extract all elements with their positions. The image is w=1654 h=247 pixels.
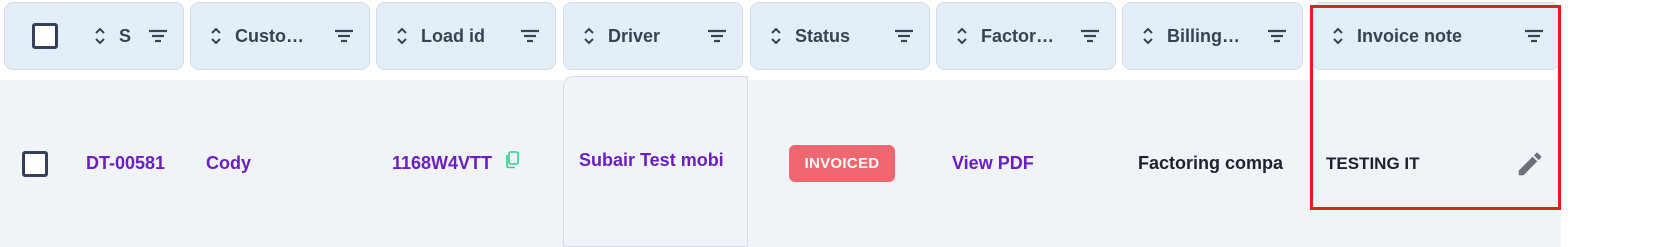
column-header-label[interactable]: Invoice note (1357, 26, 1523, 47)
status-cell: INVOICED (748, 80, 936, 247)
filter-icon[interactable] (147, 27, 169, 45)
status-badge: INVOICED (788, 145, 896, 182)
header-select-cell: S (4, 2, 184, 70)
invoice-id-link[interactable]: DT-00581 (86, 153, 165, 174)
column-header-driver[interactable]: Driver (563, 2, 743, 70)
driver-link[interactable]: Subair Test mobi (579, 150, 724, 171)
sort-icon[interactable] (769, 25, 783, 47)
copy-icon[interactable] (504, 150, 520, 169)
column-header-label[interactable]: Factor… (981, 26, 1079, 47)
invoices-table: S Custo… Load id Driver Status Factor… B… (0, 0, 1654, 247)
column-header-label[interactable]: Status (795, 26, 893, 47)
sort-icon[interactable] (955, 25, 969, 47)
column-header-label[interactable]: Custo… (235, 26, 333, 47)
column-header-invoice-note[interactable]: Invoice note (1312, 2, 1560, 70)
column-header-label[interactable]: S (119, 26, 147, 47)
row-checkbox[interactable] (22, 150, 48, 177)
column-header-label[interactable]: Billing… (1167, 26, 1266, 47)
row-select-cell: DT-00581 (0, 80, 190, 247)
column-header-factoring[interactable]: Factor… (936, 2, 1116, 70)
filter-icon[interactable] (706, 27, 728, 45)
select-all-checkbox[interactable] (32, 23, 58, 49)
customer-cell: Cody (190, 80, 376, 247)
column-header-load-id[interactable]: Load id (376, 2, 556, 70)
column-header-label[interactable]: Driver (608, 26, 706, 47)
filter-icon[interactable] (333, 27, 355, 45)
sort-icon[interactable] (1141, 25, 1155, 47)
sort-icon[interactable] (395, 25, 409, 47)
customer-link[interactable]: Cody (206, 153, 251, 174)
factoring-cell: View PDF (936, 80, 1122, 247)
filter-icon[interactable] (1266, 27, 1288, 45)
filter-icon[interactable] (893, 27, 915, 45)
load-id-link[interactable]: 1168W4VTT (392, 153, 492, 174)
filter-icon[interactable] (1079, 27, 1101, 45)
column-header-customer[interactable]: Custo… (190, 2, 370, 70)
column-header-billing[interactable]: Billing… (1122, 2, 1303, 70)
column-header-status[interactable]: Status (750, 2, 930, 70)
sort-icon[interactable] (93, 25, 107, 47)
driver-cell: Subair Test mobi (563, 76, 748, 247)
filter-icon[interactable] (1523, 27, 1545, 45)
filter-icon[interactable] (519, 27, 541, 45)
billing-value: Factoring compa (1138, 153, 1284, 173)
invoice-note-value: TESTING IT (1326, 153, 1420, 173)
billing-cell: Factoring compa (1122, 80, 1310, 247)
sort-icon[interactable] (582, 25, 596, 47)
pencil-icon[interactable] (1515, 149, 1545, 179)
column-header-label[interactable]: Load id (421, 26, 519, 47)
view-pdf-link[interactable]: View PDF (952, 153, 1034, 174)
sort-icon[interactable] (1331, 25, 1345, 47)
invoice-note-cell: TESTING IT (1310, 80, 1561, 247)
load-id-cell: 1168W4VTT (376, 80, 563, 247)
sort-icon[interactable] (209, 25, 223, 47)
